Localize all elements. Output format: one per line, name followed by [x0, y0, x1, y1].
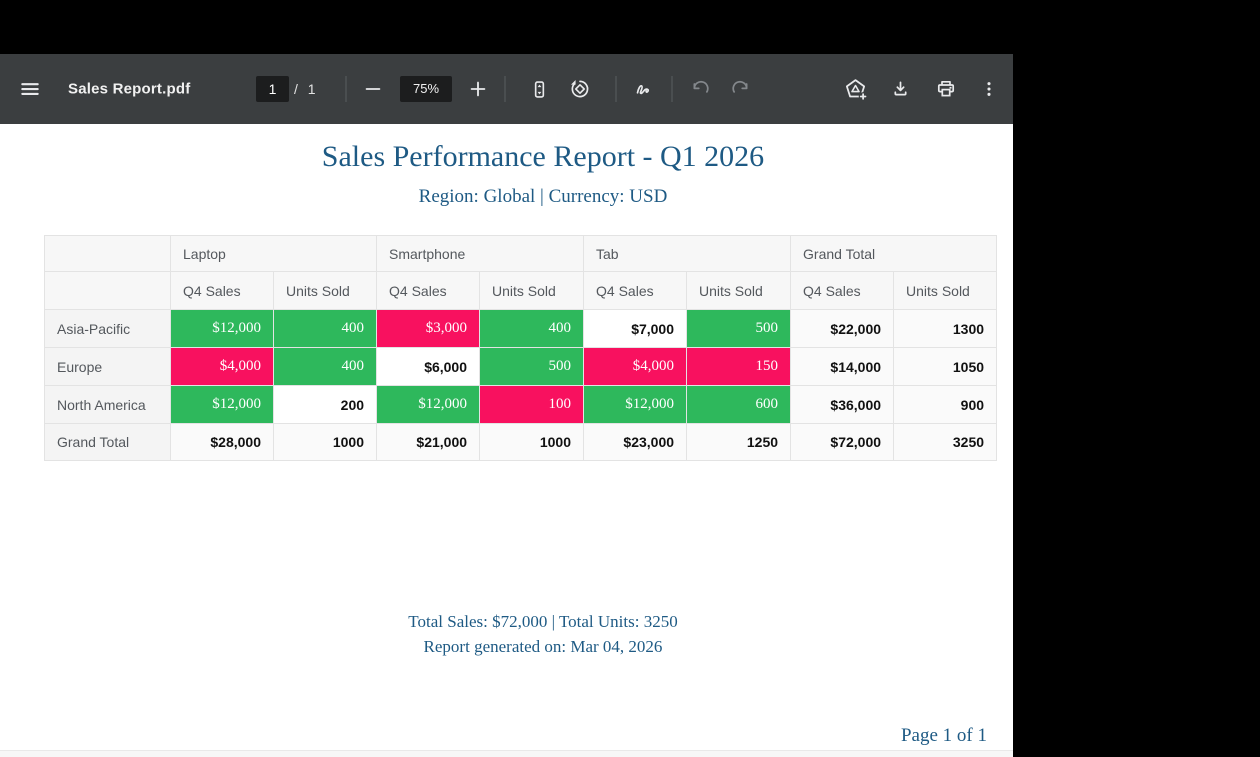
- totals-summary: Total Sales: $72,000 | Total Units: 3250: [73, 612, 1013, 632]
- sub-header: Q4 Sales: [377, 272, 480, 310]
- report-subtitle: Region: Global | Currency: USD: [73, 186, 1013, 208]
- page-number-input[interactable]: [256, 76, 289, 102]
- screen: Sales Report.pdf / 1 75%: [0, 0, 1260, 757]
- table-cell: $36,000: [791, 386, 894, 424]
- table-cell: $12,000: [377, 386, 480, 424]
- fit-to-page-icon: [528, 78, 551, 101]
- toolbar-divider: [505, 76, 506, 102]
- generated-date: Report generated on: Mar 04, 2026: [73, 637, 1013, 657]
- table-cell: 1000: [274, 424, 377, 461]
- document-filename: Sales Report.pdf: [68, 81, 190, 98]
- save-to-drive-add-icon: [843, 77, 868, 102]
- table-row: North America$12,000200$12,000100$12,000…: [45, 386, 997, 424]
- sub-header: Units Sold: [894, 272, 997, 310]
- annotate-ink-icon: [632, 77, 656, 101]
- table-cell: $4,000: [584, 348, 687, 386]
- menu-icon: [19, 78, 41, 100]
- table-row: Asia-Pacific$12,000400$3,000400$7,000500…: [45, 310, 997, 348]
- table-cell: 500: [687, 310, 791, 348]
- table-cell: $28,000: [171, 424, 274, 461]
- sub-header: Units Sold: [274, 272, 377, 310]
- minus-icon: [362, 78, 384, 100]
- sub-header-blank: [45, 272, 171, 310]
- table-cell: 3250: [894, 424, 997, 461]
- group-header-tab: Tab: [584, 236, 791, 272]
- rotate-ccw-button[interactable]: [562, 71, 598, 107]
- table-cell: 1300: [894, 310, 997, 348]
- more-actions-button[interactable]: [971, 71, 1007, 107]
- group-header-smartphone: Smartphone: [377, 236, 584, 272]
- table-cell: $6,000: [377, 348, 480, 386]
- more-vert-icon: [978, 78, 1000, 100]
- zoom-level-display[interactable]: 75%: [400, 76, 452, 102]
- table-cell: $12,000: [171, 386, 274, 424]
- pdf-page: Sales Performance Report - Q1 2026 Regio…: [0, 124, 1013, 750]
- table-cell: 400: [480, 310, 584, 348]
- toolbar-divider: [346, 76, 347, 102]
- sub-header: Q4 Sales: [791, 272, 894, 310]
- row-label: North America: [45, 386, 171, 424]
- table-cell: $12,000: [171, 310, 274, 348]
- table-row: Grand Total$28,0001000$21,0001000$23,000…: [45, 424, 997, 461]
- group-header-blank: [45, 236, 171, 272]
- table-cell: $14,000: [791, 348, 894, 386]
- group-header-laptop: Laptop: [171, 236, 377, 272]
- table-cell: $23,000: [584, 424, 687, 461]
- table-cell: $22,000: [791, 310, 894, 348]
- row-label: Asia-Pacific: [45, 310, 171, 348]
- report-title: Sales Performance Report - Q1 2026: [73, 140, 1013, 174]
- redo-button[interactable]: [722, 71, 758, 107]
- menu-button[interactable]: [12, 71, 48, 107]
- print-button[interactable]: [928, 71, 964, 107]
- table-cell: 100: [480, 386, 584, 424]
- undo-icon: [689, 78, 712, 101]
- page-footer-label: Page 1 of 1: [44, 725, 987, 747]
- table-cell: 1000: [480, 424, 584, 461]
- annotate-button[interactable]: [626, 71, 662, 107]
- page-bottom-gap: [0, 750, 1013, 757]
- sub-header: Units Sold: [687, 272, 791, 310]
- table-cell: 400: [274, 348, 377, 386]
- table-cell: 600: [687, 386, 791, 424]
- table-cell: 150: [687, 348, 791, 386]
- rotate-ccw-icon: [568, 77, 592, 101]
- group-header-grand-total: Grand Total: [791, 236, 997, 272]
- table-cell: 1250: [687, 424, 791, 461]
- table-cell: $3,000: [377, 310, 480, 348]
- pdf-toolbar: Sales Report.pdf / 1 75%: [0, 54, 1013, 124]
- toolbar-divider: [672, 76, 673, 102]
- zoom-in-button[interactable]: [460, 71, 496, 107]
- table-cell: 500: [480, 348, 584, 386]
- table-cell: 400: [274, 310, 377, 348]
- table-cell: $21,000: [377, 424, 480, 461]
- table-cell: 200: [274, 386, 377, 424]
- fit-to-page-button[interactable]: [521, 71, 557, 107]
- table-cell: $7,000: [584, 310, 687, 348]
- table-cell: 1050: [894, 348, 997, 386]
- sub-header: Q4 Sales: [584, 272, 687, 310]
- sub-header: Q4 Sales: [171, 272, 274, 310]
- table-row: Europe$4,000400$6,000500$4,000150$14,000…: [45, 348, 997, 386]
- plus-icon: [467, 78, 489, 100]
- redo-icon: [729, 78, 752, 101]
- sub-header: Units Sold: [480, 272, 584, 310]
- table-cell: $12,000: [584, 386, 687, 424]
- toolbar-divider: [616, 76, 617, 102]
- download-icon: [889, 78, 912, 101]
- table-cell: $4,000: [171, 348, 274, 386]
- save-to-drive-button[interactable]: [837, 71, 873, 107]
- table-cell: 900: [894, 386, 997, 424]
- zoom-out-button[interactable]: [355, 71, 391, 107]
- table-cell: $72,000: [791, 424, 894, 461]
- report-table: LaptopSmartphoneTabGrand TotalQ4 SalesUn…: [44, 235, 997, 461]
- row-label: Europe: [45, 348, 171, 386]
- page-count-label: / 1: [294, 81, 319, 97]
- print-icon: [934, 77, 958, 101]
- undo-button[interactable]: [682, 71, 718, 107]
- download-button[interactable]: [882, 71, 918, 107]
- row-label: Grand Total: [45, 424, 171, 461]
